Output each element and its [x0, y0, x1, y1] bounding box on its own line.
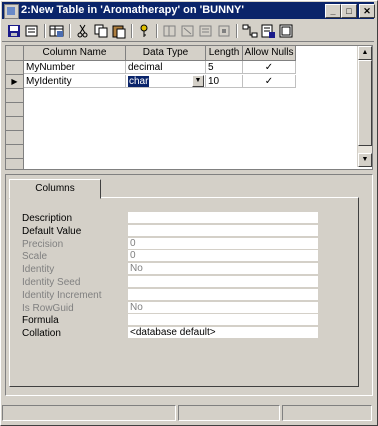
toolbar-separator: [44, 24, 46, 38]
table-icon[interactable]: [49, 23, 65, 39]
grid-header-length[interactable]: Length: [206, 46, 243, 61]
cell-column-name[interactable]: MyNumber: [24, 61, 126, 74]
manage-constraints-icon[interactable]: [216, 23, 232, 39]
dropdown-arrow-icon[interactable]: ▼: [192, 75, 204, 87]
status-pane: [2, 405, 176, 421]
allow-nulls-checkbox[interactable]: ✓: [243, 61, 296, 74]
grid-corner: [6, 46, 24, 61]
property-label: Identity Seed: [22, 277, 81, 288]
property-label: Scale: [22, 251, 48, 263]
property-label: Identity: [22, 264, 55, 276]
relationships-icon[interactable]: [242, 23, 258, 39]
row-selector[interactable]: [6, 131, 24, 145]
manage-triggers-icon[interactable]: [278, 23, 294, 39]
manage-indexes-icon[interactable]: [198, 23, 214, 39]
toolbar-separator: [69, 24, 71, 38]
property-label: Description: [22, 213, 73, 224]
paste-icon[interactable]: [111, 23, 127, 39]
property-value-field: [128, 276, 318, 288]
toolbar-separator: [236, 24, 238, 38]
property-label: Formula: [22, 315, 59, 327]
close-button[interactable]: ✕: [359, 4, 375, 18]
save-icon[interactable]: [6, 23, 22, 39]
toolbar-separator: [131, 24, 133, 38]
grid-header-allow-nulls[interactable]: Allow Nulls: [243, 46, 296, 61]
grid-header-data-type[interactable]: Data Type: [126, 46, 206, 61]
property-value-field: No: [128, 301, 318, 314]
toolbar: [2, 21, 374, 42]
minimize-button[interactable]: _: [325, 4, 341, 18]
property-label: Default Value: [22, 225, 82, 237]
maximize-button[interactable]: □: [341, 4, 357, 18]
status-bar: [2, 404, 374, 422]
property-value-field: [128, 288, 318, 301]
row-selector[interactable]: [6, 61, 24, 75]
cell-data-type[interactable]: decimal: [126, 61, 206, 74]
property-label: Is RowGuid: [22, 302, 74, 314]
toolbar-separator: [156, 24, 158, 38]
property-value-field[interactable]: [128, 224, 318, 237]
cell-column-name[interactable]: MyIdentity: [24, 75, 126, 88]
delete-column-icon[interactable]: [180, 23, 196, 39]
status-pane: [178, 405, 280, 421]
property-value-field[interactable]: [128, 212, 318, 224]
tab-columns[interactable]: Columns: [9, 179, 101, 199]
data-type-selected-value: char: [128, 76, 150, 87]
allow-nulls-checkbox[interactable]: ✓: [243, 75, 296, 88]
column-grid: Column Name Data Type Length Allow Nulls…: [5, 45, 373, 170]
current-row-marker[interactable]: ▶: [6, 75, 24, 89]
cell-length[interactable]: 5: [206, 61, 243, 74]
property-value-field[interactable]: <database default>: [128, 327, 318, 340]
row-selector[interactable]: [6, 89, 24, 103]
cell-length[interactable]: 10: [206, 75, 243, 88]
properties-icon[interactable]: [24, 23, 40, 39]
row-selector[interactable]: [6, 117, 24, 131]
property-value-field[interactable]: [128, 314, 318, 327]
property-label: Collation: [22, 328, 61, 340]
property-value-field: No: [128, 263, 318, 276]
table-designer-icon[interactable]: [4, 4, 19, 19]
scroll-thumb[interactable]: [358, 60, 372, 146]
save-change-script-icon[interactable]: [260, 23, 276, 39]
copy-icon[interactable]: [93, 23, 109, 39]
scroll-down-button[interactable]: ▼: [358, 153, 372, 167]
scroll-up-button[interactable]: ▲: [358, 46, 372, 60]
property-value-field: 0: [128, 250, 318, 263]
grid-vertical-scrollbar[interactable]: ▲ ▼: [357, 46, 372, 167]
property-label: Precision: [22, 238, 64, 250]
property-label: Identity Increment: [22, 289, 102, 301]
row-selector[interactable]: [6, 159, 24, 169]
primary-key-icon[interactable]: [136, 23, 152, 39]
row-selector[interactable]: [6, 145, 24, 159]
property-value-field: 0: [128, 237, 318, 250]
insert-column-icon[interactable]: [162, 23, 178, 39]
data-type-dropdown[interactable]: char ▼: [126, 75, 206, 88]
cut-icon[interactable]: [75, 23, 91, 39]
title-bar[interactable]: 2:New Table in 'Aromatherapy' on 'BUNNY'…: [2, 2, 375, 19]
grid-header-column-name[interactable]: Column Name: [24, 46, 126, 61]
status-pane: [282, 405, 372, 421]
window-title: 2:New Table in 'Aromatherapy' on 'BUNNY': [21, 4, 244, 16]
row-selector[interactable]: [6, 103, 24, 117]
